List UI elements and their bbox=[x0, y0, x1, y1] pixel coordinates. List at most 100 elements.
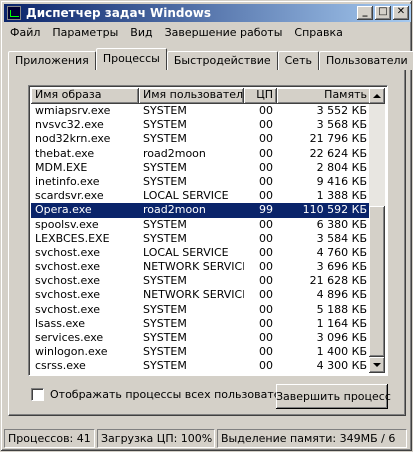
user-name-cell: road2moon bbox=[143, 203, 206, 217]
show-all-users-option[interactable]: Отображать процессы всех пользователей bbox=[31, 386, 301, 402]
cpu-cell: 99 bbox=[259, 203, 273, 217]
table-row[interactable]: LEXBCES.EXE SYSTEM 00 3 584 КБ bbox=[31, 232, 371, 246]
menu-bar: Файл Параметры Вид Завершение работы Спр… bbox=[4, 23, 349, 42]
tab-users[interactable]: Пользователи bbox=[318, 51, 413, 70]
process-rows: wmiapsrv.exe SYSTEM 00 3 552 КБ nvsvc32.exe S… bbox=[31, 104, 371, 375]
memory-cell: 5 188 КБ bbox=[316, 302, 367, 316]
end-process-button[interactable]: Завершить процесс bbox=[276, 384, 391, 409]
user-name-cell: NETWORK SERVICE bbox=[143, 288, 244, 302]
table-row[interactable]: Opera.exe road2moon 99 110 592 КБ bbox=[31, 203, 371, 218]
table-row[interactable]: nvsvc32.exe SYSTEM 00 3 568 КБ bbox=[31, 118, 371, 132]
table-row[interactable]: svchost.exe LOCAL SERVICE 00 4 760 КБ bbox=[31, 246, 371, 260]
image-name-cell: MDM.EXE bbox=[35, 160, 88, 174]
show-all-users-label: Отображать процессы всех пользователей bbox=[50, 387, 302, 401]
table-row[interactable]: nod32krn.exe SYSTEM 00 21 796 КБ bbox=[31, 132, 371, 146]
tab-network[interactable]: Сеть bbox=[277, 51, 319, 70]
table-row[interactable]: winlogon.exe SYSTEM 00 1 400 КБ bbox=[31, 345, 371, 359]
image-name-cell: nvsvc32.exe bbox=[35, 118, 104, 132]
menu-view[interactable]: Вид bbox=[124, 23, 158, 42]
table-row[interactable]: lsass.exe SYSTEM 00 1 164 КБ bbox=[31, 317, 371, 331]
tab-applications[interactable]: Приложения bbox=[8, 51, 96, 70]
cpu-cell: 00 bbox=[259, 231, 273, 245]
cpu-cell: 00 bbox=[259, 345, 273, 359]
arrow-down-icon bbox=[373, 363, 381, 367]
image-name-cell: PDEngine.exe bbox=[31, 374, 139, 375]
maximize-button[interactable]: □ bbox=[375, 6, 391, 20]
user-name-cell: LOCAL SERVICE bbox=[143, 189, 229, 203]
cpu-cell: 00 bbox=[259, 316, 273, 330]
user-name-cell: SYSTEM bbox=[143, 160, 187, 174]
tab-strip: Приложения Процессы Быстродействие Сеть … bbox=[8, 48, 413, 70]
table-row[interactable]: spoolsv.exe SYSTEM 00 6 380 КБ bbox=[31, 218, 371, 232]
memory-cell: 4 760 КБ bbox=[316, 245, 367, 259]
image-name-cell: svchost.exe bbox=[35, 245, 101, 259]
memory-cell: 1 400 КБ bbox=[316, 345, 367, 359]
cpu-cell: 00 bbox=[259, 132, 273, 146]
window-title: Диспетчер задач Windows bbox=[26, 6, 211, 20]
show-all-users-checkbox[interactable] bbox=[31, 387, 44, 401]
task-manager-window: Диспетчер задач Windows _ □ ✕ Файл Парам… bbox=[0, 0, 413, 452]
title-bar[interactable]: Диспетчер задач Windows _ □ ✕ bbox=[4, 4, 411, 22]
memory-cell: 6 380 КБ bbox=[316, 217, 367, 231]
image-name-cell: svchost.exe bbox=[35, 260, 101, 274]
image-name-cell: spoolsv.exe bbox=[35, 217, 99, 231]
status-processes: Процессов: 41 bbox=[4, 429, 95, 448]
process-list[interactable]: Имя образа Имя пользователя ЦП Память wm… bbox=[28, 85, 388, 376]
table-row[interactable]: svchost.exe SYSTEM 00 21 628 КБ bbox=[31, 274, 371, 288]
memory-cell: 21 628 КБ bbox=[309, 274, 367, 288]
table-row[interactable]: MDM.EXE SYSTEM 00 2 804 КБ bbox=[31, 161, 371, 175]
user-name-cell: SYSTEM bbox=[143, 104, 187, 117]
image-name-cell: lsass.exe bbox=[35, 316, 85, 330]
memory-cell: 21 796 КБ bbox=[309, 132, 367, 146]
user-name-cell: SYSTEM bbox=[143, 331, 187, 344]
table-row[interactable]: svchost.exe NETWORK SERVICE 00 4 896 КБ bbox=[31, 288, 371, 302]
tab-performance[interactable]: Быстродействие bbox=[166, 51, 278, 70]
scroll-down-button[interactable] bbox=[369, 357, 385, 373]
menu-file[interactable]: Файл bbox=[4, 23, 46, 42]
table-row[interactable]: PDEngine.exeSYSTEM005 196 КБ bbox=[31, 374, 371, 375]
scroll-thumb[interactable] bbox=[369, 206, 385, 357]
cpu-cell: 00 bbox=[259, 331, 273, 344]
user-name-cell: SYSTEM bbox=[143, 316, 187, 330]
image-name-cell: winlogon.exe bbox=[35, 345, 108, 359]
tab-processes[interactable]: Процессы bbox=[95, 48, 167, 70]
column-memory[interactable]: Память bbox=[277, 88, 371, 104]
cpu-cell: 00 bbox=[259, 359, 273, 373]
column-image-name[interactable]: Имя образа bbox=[31, 88, 139, 104]
image-name-cell: nod32krn.exe bbox=[35, 132, 111, 146]
memory-cell: 3 568 КБ bbox=[316, 118, 367, 132]
table-row[interactable]: svchost.exe SYSTEM 00 5 188 КБ bbox=[31, 303, 371, 317]
column-cpu[interactable]: ЦП bbox=[244, 88, 277, 104]
user-name-cell: road2moon bbox=[143, 146, 206, 160]
memory-cell: 2 804 КБ bbox=[316, 160, 367, 174]
minimize-button[interactable]: _ bbox=[357, 6, 373, 20]
user-name-cell: SYSTEM bbox=[143, 118, 187, 132]
table-row[interactable]: inetinfo.exe SYSTEM 00 9 416 КБ bbox=[31, 175, 371, 189]
close-button[interactable]: ✕ bbox=[393, 6, 409, 20]
menu-options[interactable]: Параметры bbox=[46, 23, 124, 42]
table-row[interactable]: thebat.exe road2moon 00 22 624 КБ bbox=[31, 147, 371, 161]
column-user-name[interactable]: Имя пользователя bbox=[139, 88, 250, 104]
cpu-cell: 00 bbox=[259, 288, 273, 302]
table-row[interactable]: services.exe SYSTEM 00 3 096 КБ bbox=[31, 331, 371, 345]
memory-cell: 9 416 КБ bbox=[316, 174, 367, 188]
user-name-cell: SYSTEM bbox=[143, 231, 187, 245]
table-row[interactable]: csrss.exe SYSTEM 00 4 300 КБ bbox=[31, 359, 371, 373]
memory-cell: 4 300 КБ bbox=[316, 359, 367, 373]
menu-shutdown[interactable]: Завершение работы bbox=[159, 23, 289, 42]
cpu-cell: 00 bbox=[259, 302, 273, 316]
memory-cell: 110 592 КБ bbox=[302, 203, 367, 217]
table-row[interactable]: wmiapsrv.exe SYSTEM 00 3 552 КБ bbox=[31, 104, 371, 118]
menu-help[interactable]: Справка bbox=[288, 23, 348, 42]
cpu-cell: 00 bbox=[244, 374, 277, 375]
cpu-cell: 00 bbox=[259, 274, 273, 288]
table-row[interactable]: svchost.exe NETWORK SERVICE 00 3 696 КБ bbox=[31, 260, 371, 274]
table-row[interactable]: scardsvr.exe LOCAL SERVICE 00 1 388 КБ bbox=[31, 189, 371, 203]
status-bar: Процессов: 41 Загрузка ЦП: 100% Выделени… bbox=[4, 429, 411, 449]
memory-cell: 3 552 КБ bbox=[316, 104, 367, 117]
user-name-cell: NETWORK SERVICE bbox=[143, 260, 244, 274]
vertical-scrollbar[interactable] bbox=[369, 88, 385, 373]
scroll-up-button[interactable] bbox=[369, 88, 385, 104]
image-name-cell: thebat.exe bbox=[35, 146, 95, 160]
user-name-cell: LOCAL SERVICE bbox=[143, 245, 229, 259]
